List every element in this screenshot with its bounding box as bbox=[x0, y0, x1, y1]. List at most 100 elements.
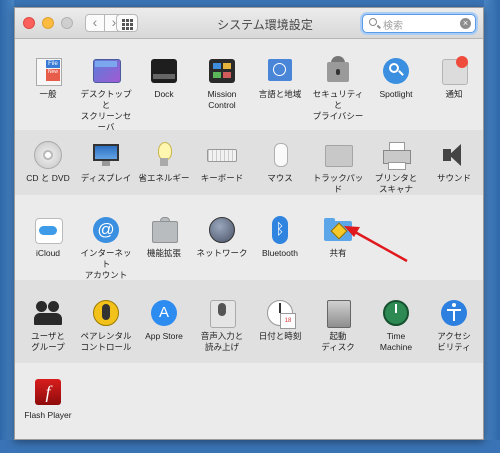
notifications-icon bbox=[439, 56, 469, 86]
pane-label: サウンド bbox=[436, 173, 471, 183]
puzzle-piece-icon bbox=[149, 215, 179, 245]
pane-label: Bluetooth bbox=[262, 248, 298, 258]
cd-disc-icon bbox=[33, 140, 63, 170]
section-internet-wireless: iCloud @ インターネット アカウント 機能拡張 ネットワーク ᛒ Blu… bbox=[15, 195, 483, 281]
pane-cd-dvd[interactable]: CD と DVD bbox=[19, 140, 77, 184]
pane-label: アクセシ ビリティ bbox=[437, 331, 471, 352]
grid-icon bbox=[126, 27, 129, 30]
speaker-icon bbox=[439, 140, 469, 170]
pane-internet-accounts[interactable]: @ インターネット アカウント bbox=[77, 215, 135, 281]
pane-language-region[interactable]: 言語と地域 bbox=[251, 56, 309, 100]
pane-network[interactable]: ネットワーク bbox=[193, 215, 251, 259]
pane-sound[interactable]: サウンド bbox=[425, 140, 483, 184]
pane-label: 省エネルギー bbox=[138, 173, 190, 183]
app-store-icon: A bbox=[149, 298, 179, 328]
pane-desktop-screensaver[interactable]: デスクトップと スクリーンセーバ bbox=[77, 56, 135, 133]
pane-label: Mission Control bbox=[207, 89, 237, 110]
pane-label: デスクトップと スクリーンセーバ bbox=[80, 89, 132, 132]
pane-trackpad[interactable]: トラックパッド bbox=[309, 140, 367, 195]
printer-icon bbox=[381, 140, 411, 170]
pane-label: iCloud bbox=[35, 248, 61, 258]
pane-startup-disk[interactable]: 起動 ディスク bbox=[309, 298, 367, 353]
pane-printers-scanners[interactable]: プリンタと スキャナ bbox=[367, 140, 425, 195]
trackpad-icon bbox=[323, 140, 353, 170]
pane-label: Flash Player bbox=[24, 410, 72, 420]
pane-spotlight[interactable]: Spotlight bbox=[367, 56, 425, 100]
keyboard-icon bbox=[207, 140, 237, 170]
search-placeholder: 検索 bbox=[383, 21, 403, 32]
pane-label: 音声入力と 読み上げ bbox=[200, 331, 244, 352]
pane-flash-player[interactable]: f Flash Player bbox=[19, 377, 77, 421]
pane-label: 言語と地域 bbox=[258, 89, 302, 99]
pane-bluetooth[interactable]: ᛒ Bluetooth bbox=[251, 215, 309, 259]
section-hardware: CD と DVD ディスプレイ 省エネルギー キーボード マウス トラックパッド… bbox=[15, 130, 483, 196]
pane-label: 一般 bbox=[39, 89, 57, 99]
close-button[interactable] bbox=[23, 17, 35, 29]
pane-label: セキュリティと プライバシー bbox=[312, 89, 364, 121]
pane-parental-controls[interactable]: ペアレンタル コントロール bbox=[77, 298, 135, 353]
pane-label: Time Machine bbox=[379, 331, 413, 352]
flash-player-icon: f bbox=[33, 377, 63, 407]
section-other: f Flash Player bbox=[15, 363, 483, 439]
pane-dock[interactable]: Dock bbox=[135, 56, 193, 100]
pane-extensions[interactable]: 機能拡張 bbox=[135, 215, 193, 259]
section-system: ユーザと グループ ペアレンタル コントロール A App Store 音声入力… bbox=[15, 280, 483, 364]
zoom-button[interactable] bbox=[61, 17, 73, 29]
pane-label: トラックパッド bbox=[312, 173, 364, 194]
pane-notifications[interactable]: 通知 bbox=[425, 56, 483, 100]
pane-sharing[interactable]: 共有 bbox=[309, 215, 367, 259]
pane-label: 日付と時刻 bbox=[258, 331, 302, 341]
grid-icon bbox=[122, 23, 125, 26]
pane-time-machine[interactable]: Time Machine bbox=[367, 298, 425, 353]
accessibility-icon bbox=[439, 298, 469, 328]
dock-icon bbox=[149, 56, 179, 86]
pane-date-time[interactable]: 18 日付と時刻 bbox=[251, 298, 309, 342]
pane-security-privacy[interactable]: セキュリティと プライバシー bbox=[309, 56, 367, 122]
users-silhouette-icon bbox=[33, 298, 63, 328]
pane-label: 機能拡張 bbox=[146, 248, 181, 258]
desktop-background-top bbox=[0, 0, 500, 7]
desktop-background-right bbox=[484, 0, 500, 453]
hard-disk-icon bbox=[323, 298, 353, 328]
mouse-icon bbox=[265, 140, 295, 170]
pane-app-store[interactable]: A App Store bbox=[135, 298, 193, 342]
search-icon bbox=[369, 18, 377, 26]
at-sign-icon: @ bbox=[91, 215, 121, 245]
network-globe-icon bbox=[207, 215, 237, 245]
pane-label: Spotlight bbox=[379, 89, 413, 99]
spotlight-magnifier-icon bbox=[381, 56, 411, 86]
pane-label: Dock bbox=[154, 89, 174, 99]
pane-displays[interactable]: ディスプレイ bbox=[77, 140, 135, 184]
show-all-button[interactable] bbox=[116, 14, 138, 32]
language-flag-icon bbox=[265, 56, 295, 86]
section-personal: File New 一般 デスクトップと スクリーンセーバ Dock Mission… bbox=[15, 39, 483, 133]
pane-label: 共有 bbox=[329, 248, 347, 258]
search-field[interactable]: 検索 × bbox=[362, 14, 476, 33]
pane-accessibility[interactable]: アクセシ ビリティ bbox=[425, 298, 483, 353]
parental-controls-icon bbox=[91, 298, 121, 328]
clock-calendar-icon: 18 bbox=[265, 298, 296, 329]
pane-mission-control[interactable]: Mission Control bbox=[193, 56, 251, 111]
desktop-screensaver-icon bbox=[91, 56, 121, 86]
pane-keyboard[interactable]: キーボード bbox=[193, 140, 251, 184]
pane-dictation-speech[interactable]: 音声入力と 読み上げ bbox=[193, 298, 251, 353]
grid-icon bbox=[130, 23, 133, 26]
grid-icon bbox=[126, 23, 129, 26]
desktop-background-bottom bbox=[0, 440, 500, 453]
pane-icloud[interactable]: iCloud bbox=[19, 215, 77, 259]
clear-search-button[interactable]: × bbox=[460, 18, 471, 29]
back-button[interactable]: ‹ bbox=[85, 14, 105, 32]
minimize-button[interactable] bbox=[42, 17, 54, 29]
pane-general[interactable]: File New 一般 bbox=[19, 56, 77, 100]
pane-users-groups[interactable]: ユーザと グループ bbox=[19, 298, 77, 353]
grid-icon bbox=[122, 27, 125, 30]
pane-energy-saver[interactable]: 省エネルギー bbox=[135, 140, 193, 184]
shared-folder-icon bbox=[323, 215, 353, 245]
microphone-icon bbox=[207, 298, 237, 328]
time-machine-icon bbox=[381, 298, 411, 328]
house-lock-icon bbox=[323, 56, 353, 86]
pane-label: 通知 bbox=[445, 89, 463, 99]
pane-label: ユーザと グループ bbox=[31, 331, 65, 352]
pane-mouse[interactable]: マウス bbox=[251, 140, 309, 184]
general-icon: File New bbox=[33, 56, 63, 86]
